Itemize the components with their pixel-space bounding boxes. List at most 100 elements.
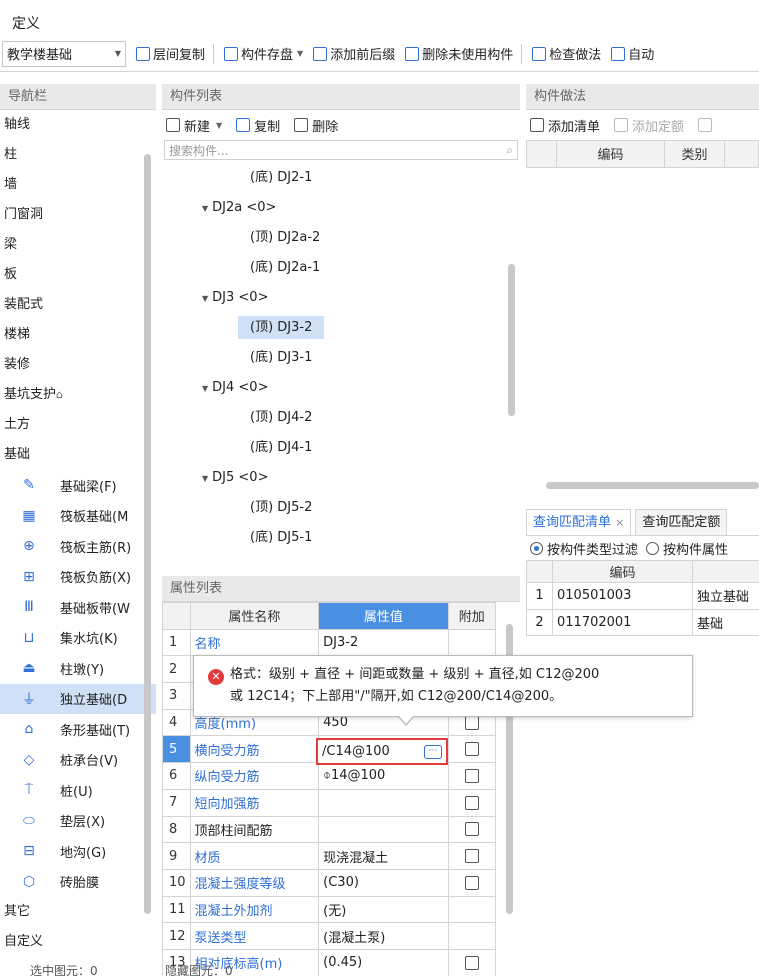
search-icon: ⌕: [506, 142, 513, 157]
tree-node[interactable]: (底) DJ2-1: [162, 163, 520, 193]
nav-sub-item[interactable]: ⊟ 地沟(G): [0, 836, 156, 867]
nav-list: 轴线 柱 墙 门窗洞 梁 板 装配式 楼梯 装修 基坑支护⌂ 土方 基础 ✎ 基础…: [0, 110, 156, 957]
auto-button[interactable]: 自动: [611, 44, 654, 63]
tree-node[interactable]: (顶) DJ3-2: [162, 313, 520, 343]
nav-item[interactable]: 轴线: [0, 110, 156, 140]
nav-sub-item[interactable]: Ⅲ 基础板带(W: [0, 592, 156, 623]
method-h-scrollbar[interactable]: [546, 482, 759, 489]
property-row[interactable]: 11 混凝土外加剂 (无): [162, 895, 497, 924]
nav-item[interactable]: 柱: [0, 140, 156, 170]
nav-sub-item[interactable]: ⊞ 筏板负筋(X): [0, 562, 156, 593]
property-value[interactable]: (无): [318, 895, 449, 924]
nav-sub-item[interactable]: ◇ 桩承台(V): [0, 745, 156, 776]
nav-sub-item[interactable]: ⌂ 条形基础(T): [0, 714, 156, 745]
tree-scrollbar[interactable]: [508, 264, 515, 416]
nav-scrollbar[interactable]: [144, 154, 151, 914]
delete-method-button[interactable]: [698, 118, 716, 132]
extra-checkbox[interactable]: [464, 875, 479, 890]
nav-item[interactable]: 其它: [0, 897, 156, 927]
tree-node[interactable]: (顶) DJ2a-2: [162, 223, 520, 253]
add-quota-button[interactable]: 添加定额: [614, 116, 684, 135]
property-value[interactable]: ⌽14@100: [318, 762, 449, 790]
property-extra: [447, 815, 497, 844]
lock-icon: ⌂: [56, 388, 63, 401]
property-value[interactable]: DJ3-2: [318, 628, 449, 657]
close-icon[interactable]: ×: [615, 516, 624, 529]
tree-node[interactable]: (底) DJ4-1: [162, 433, 520, 463]
nav-sub-item[interactable]: ⊔ 集水坑(K): [0, 623, 156, 654]
tree-node[interactable]: ▼ DJ3 <0>: [162, 283, 520, 313]
nav-sub-item[interactable]: ▦ 筏板基础(M: [0, 501, 156, 532]
delete-unused-button[interactable]: 删除未使用构件: [405, 44, 513, 63]
copy-button[interactable]: 复制: [236, 116, 280, 135]
tab-match-quota[interactable]: 查询匹配定额: [635, 509, 728, 535]
nav-item[interactable]: 梁: [0, 230, 156, 260]
nav-item[interactable]: 装修: [0, 350, 156, 380]
more-icon[interactable]: ···: [424, 744, 442, 759]
add-list-button[interactable]: 添加清单: [530, 116, 600, 135]
property-row[interactable]: 7 短向加强筋: [162, 788, 497, 817]
property-row[interactable]: 12 泵送类型 (混凝土泵): [162, 922, 497, 950]
filter-by-attr-radio[interactable]: [646, 541, 660, 555]
nav-sub-item-active[interactable]: ⏚ 独立基础(D: [0, 683, 156, 714]
extra-checkbox[interactable]: [464, 822, 479, 837]
nav-item[interactable]: 装配式: [0, 290, 156, 320]
add-prefix-suffix-button[interactable]: 添加前后缀: [313, 44, 395, 63]
expand-toggle-icon[interactable]: ▼: [202, 474, 208, 483]
extra-checkbox[interactable]: [464, 795, 479, 810]
check-method-button[interactable]: 检查做法: [532, 44, 601, 63]
match-row[interactable]: 1 010501003 独立基础: [526, 582, 759, 610]
extra-checkbox[interactable]: [464, 715, 479, 730]
expand-toggle-icon[interactable]: ▼: [202, 384, 208, 393]
extra-checkbox[interactable]: [464, 742, 479, 757]
rebar-value-input[interactable]: /C14@100 ···: [316, 738, 448, 765]
nav-sub-item[interactable]: ⍑ 桩(U): [0, 775, 156, 806]
match-row[interactable]: 2 011702001 基础: [526, 608, 759, 637]
nav-item[interactable]: 板: [0, 260, 156, 290]
new-button[interactable]: 新建 ▼: [166, 116, 222, 135]
component-search-input[interactable]: 搜索构件... ⌕: [164, 140, 518, 160]
tab-match-list[interactable]: 查询匹配清单 ×: [526, 509, 632, 535]
nav-sub-item[interactable]: ⊕ 筏板主筋(R): [0, 531, 156, 562]
nav-item[interactable]: 自定义: [0, 927, 156, 957]
tree-node[interactable]: ▼ DJ5 <0>: [162, 463, 520, 493]
save-component-button[interactable]: 构件存盘 ▼: [224, 44, 303, 63]
extra-checkbox[interactable]: [464, 849, 479, 864]
tree-node-label: (底) DJ2a-1: [250, 260, 321, 275]
property-value[interactable]: [318, 815, 449, 844]
property-row[interactable]: 8 顶部柱间配筋: [162, 815, 497, 844]
property-value[interactable]: (C30): [318, 868, 449, 897]
nav-sub-item[interactable]: ✎ 基础梁(F): [0, 470, 156, 501]
property-row[interactable]: 10 混凝土强度等级 (C30): [162, 868, 497, 897]
nav-item[interactable]: 墙: [0, 170, 156, 200]
property-row[interactable]: 1 名称 DJ3-2: [162, 628, 497, 657]
filter-by-type-radio[interactable]: [530, 541, 543, 555]
copy-between-floors-button[interactable]: 层间复制: [136, 44, 205, 63]
extra-checkbox[interactable]: [464, 768, 479, 783]
tree-node[interactable]: ▼ DJ2a <0>: [162, 193, 520, 223]
expand-toggle-icon[interactable]: ▼: [202, 294, 208, 303]
property-value[interactable]: (混凝土泵): [318, 922, 449, 950]
expand-toggle-icon[interactable]: ▼: [202, 204, 208, 213]
nav-item[interactable]: 土方: [0, 410, 156, 440]
tree-node[interactable]: (底) DJ5-1: [162, 523, 520, 553]
nav-sub-item[interactable]: ⏏ 柱墩(Y): [0, 653, 156, 684]
nav-item-pit-support[interactable]: 基坑支护⌂: [0, 380, 156, 410]
tree-node[interactable]: (底) DJ3-1: [162, 343, 520, 373]
tree-node[interactable]: ▼ DJ4 <0>: [162, 373, 520, 403]
property-value[interactable]: 现浇混凝土: [318, 842, 449, 870]
project-select[interactable]: 教学楼基础 ▼: [2, 40, 126, 67]
nav-sub-item[interactable]: ⬡ 砖胎膜: [0, 867, 156, 898]
nav-item[interactable]: 楼梯: [0, 320, 156, 350]
property-row[interactable]: 6 纵向受力筋 ⌽14@100: [162, 762, 497, 790]
nav-sub-label: 垫层(X): [60, 815, 106, 831]
tree-node[interactable]: (顶) DJ4-2: [162, 403, 520, 433]
nav-item-foundation[interactable]: 基础: [0, 440, 156, 470]
delete-button[interactable]: 删除: [294, 116, 338, 135]
property-row[interactable]: 9 材质 现浇混凝土: [162, 842, 497, 870]
nav-sub-item[interactable]: ⬭ 垫层(X): [0, 806, 156, 837]
nav-item[interactable]: 门窗洞: [0, 200, 156, 230]
tree-node[interactable]: (底) DJ2a-1: [162, 253, 520, 283]
tree-node[interactable]: (顶) DJ5-2: [162, 493, 520, 523]
property-value[interactable]: [318, 788, 449, 817]
